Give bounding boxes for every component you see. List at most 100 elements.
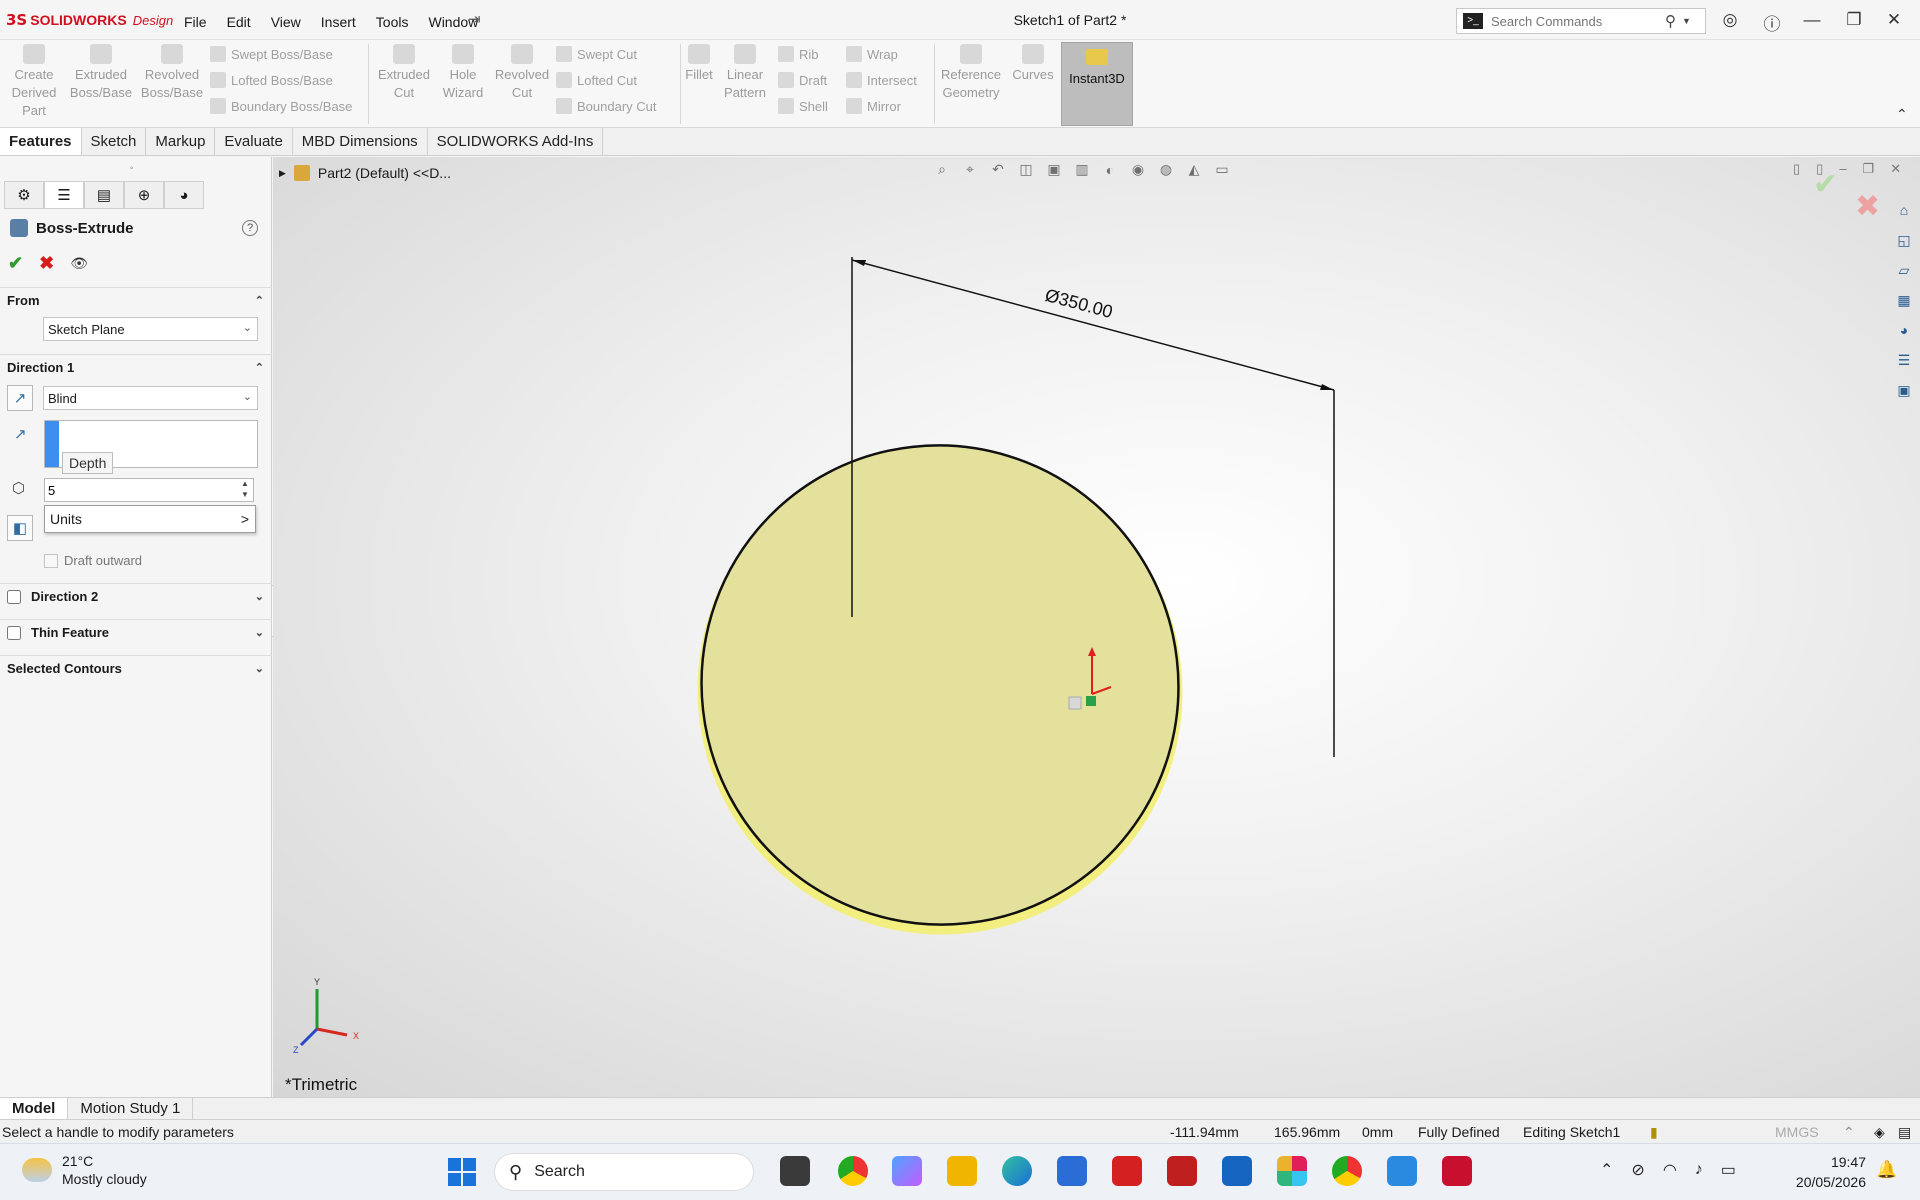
start-button[interactable] <box>448 1158 476 1186</box>
origin-handle[interactable] <box>1086 696 1096 706</box>
chevron-down-icon[interactable]: ⌄ <box>255 590 264 603</box>
lofted-boss-button[interactable]: Lofted Boss/Base <box>210 72 333 88</box>
view-orientation-icon[interactable]: ▥ <box>1073 161 1091 178</box>
draft-button[interactable]: Draft <box>778 72 827 88</box>
hole-wizard-button[interactable]: Hole Wizard <box>438 44 488 102</box>
shell-button[interactable]: Shell <box>778 98 828 114</box>
forum-icon[interactable]: ▣ <box>1890 377 1918 403</box>
confirmation-ok-icon[interactable]: ✔ <box>1813 167 1838 202</box>
vscode-icon[interactable] <box>1387 1156 1417 1186</box>
taskbar-search[interactable]: ⚲ Search <box>494 1153 754 1191</box>
configuration-manager-tab-icon[interactable]: ▤ <box>84 181 124 209</box>
view-settings-icon[interactable]: ▭ <box>1213 161 1231 178</box>
design-library-icon[interactable]: ▱ <box>1890 257 1918 283</box>
checkbox[interactable] <box>44 553 58 568</box>
expand-arrow-icon[interactable]: ▶ <box>279 168 286 179</box>
edit-appearance-icon[interactable]: ◍ <box>1157 161 1175 178</box>
graphics-area[interactable]: Ø350.00 ▶ Part2 (Default) <<D... ⌕ ⌖ ↶ ◫… <box>273 157 1920 1097</box>
help-icon[interactable]: ? <box>242 220 258 236</box>
depth-input[interactable] <box>44 478 254 502</box>
mirror-button[interactable]: Mirror <box>846 98 901 114</box>
ok-button[interactable]: ✔ <box>8 253 23 274</box>
menu-tools[interactable]: Tools <box>368 12 417 32</box>
tab-solidworks-add-ins[interactable]: SOLIDWORKS Add-Ins <box>428 128 604 155</box>
chevron-down-icon[interactable]: ▼ <box>1682 16 1691 26</box>
direction2-checkbox[interactable] <box>7 589 21 604</box>
user-account-icon[interactable]: ◎ <box>1718 10 1742 30</box>
rebuild-icon[interactable]: ▮ <box>1650 1124 1658 1141</box>
chevron-up-icon[interactable]: ⌃ <box>1896 106 1908 123</box>
file-explorer-icon[interactable] <box>947 1156 977 1186</box>
zoom-to-area-icon[interactable]: ⌖ <box>961 161 979 178</box>
zoom-to-fit-icon[interactable]: ⌕ <box>933 161 951 178</box>
minimize-icon[interactable]: – <box>1839 161 1846 177</box>
customize-icon[interactable]: ▤ <box>1898 1124 1911 1141</box>
create-derived-part-button[interactable]: Create Derived Part <box>6 44 62 120</box>
intersect-button[interactable]: Intersect <box>846 72 917 88</box>
restore-icon[interactable]: ❐ <box>1863 161 1875 177</box>
search-commands-box[interactable]: >_ ⚲ ▼ <box>1456 8 1706 34</box>
edge-icon[interactable] <box>1002 1156 1032 1186</box>
tab-model[interactable]: Model <box>0 1098 69 1119</box>
file-explorer-icon[interactable]: ▦ <box>1890 287 1918 313</box>
menu-insert[interactable]: Insert <box>313 12 364 32</box>
menu-edit[interactable]: Edit <box>219 12 259 32</box>
copilot-icon[interactable] <box>892 1156 922 1186</box>
tab-markup[interactable]: Markup <box>146 128 216 155</box>
volume-icon[interactable]: ♪ <box>1695 1161 1703 1179</box>
section-view-icon[interactable]: ◫ <box>1017 161 1035 178</box>
extruded-cut-button[interactable]: Extruded Cut <box>374 44 434 102</box>
close-icon[interactable]: ✕ <box>1882 10 1906 30</box>
unit-system[interactable]: MMGS <box>1775 1124 1819 1140</box>
reference-geometry-button[interactable]: Reference Geometry <box>938 44 1004 102</box>
menu-file[interactable]: File <box>176 12 215 32</box>
battery-icon[interactable]: ▭ <box>1721 1160 1736 1180</box>
feature-manager-tab-icon[interactable]: ⚙ <box>4 181 44 209</box>
store-icon[interactable] <box>1057 1156 1087 1186</box>
tree-item-part[interactable]: Part2 (Default) <<D... <box>318 165 451 181</box>
instant3d-button[interactable]: Instant3D <box>1061 42 1133 126</box>
direction2-group-header[interactable]: Direction 2 ⌄ <box>0 583 272 609</box>
cancel-button[interactable]: ✖ <box>39 253 54 274</box>
from-select[interactable]: Sketch Plane ⌄ <box>43 317 258 341</box>
swept-cut-button[interactable]: Swept Cut <box>556 46 637 62</box>
chevron-up-icon[interactable]: ⌃ <box>255 294 264 307</box>
appearances-icon[interactable]: ◕ <box>1890 317 1918 343</box>
notification-bell-icon[interactable]: 🔔 <box>1876 1160 1897 1180</box>
slack-icon[interactable] <box>1277 1156 1307 1186</box>
boundary-boss-button[interactable]: Boundary Boss/Base <box>210 98 352 114</box>
direction1-group-header[interactable]: Direction 1 ⌃ <box>0 354 272 380</box>
task-view-icon[interactable] <box>780 1156 810 1186</box>
revolved-boss-button[interactable]: Revolved Boss/Base <box>140 44 204 102</box>
draft-on-off-icon[interactable]: ◧ <box>7 515 33 541</box>
tab-evaluate[interactable]: Evaluate <box>215 128 293 155</box>
revolved-cut-button[interactable]: Revolved Cut <box>492 44 552 102</box>
tile-icon[interactable]: ▯ <box>1793 161 1800 177</box>
draft-outward-checkbox[interactable]: Draft outward <box>44 553 142 568</box>
menu-view[interactable]: View <box>263 12 309 32</box>
extruded-boss-button[interactable]: Extruded Boss/Base <box>68 44 134 102</box>
search-icon[interactable]: ⚲ <box>1665 12 1676 30</box>
search-commands-input[interactable] <box>1491 13 1661 29</box>
tab-mbd-dimensions[interactable]: MBD Dimensions <box>293 128 428 155</box>
resources-icon[interactable]: ◱ <box>1890 227 1918 253</box>
chevron-down-icon[interactable]: ⌄ <box>255 626 264 639</box>
end-condition-select[interactable]: Blind ⌄ <box>43 386 258 410</box>
curves-button[interactable]: Curves <box>1010 44 1056 84</box>
lofted-cut-button[interactable]: Lofted Cut <box>556 72 637 88</box>
l-app-icon[interactable] <box>1112 1156 1142 1186</box>
tab-sketch[interactable]: Sketch <box>82 128 147 155</box>
tab-features[interactable]: Features <box>0 128 82 155</box>
chevron-up-icon[interactable]: ⌃ <box>255 361 264 374</box>
reverse-direction-icon[interactable]: ↗ <box>7 385 33 411</box>
thin-feature-group-header[interactable]: Thin Feature ⌄ <box>0 619 272 645</box>
display-manager-tab-icon[interactable]: ◕ <box>164 181 204 209</box>
custom-properties-icon[interactable]: ☰ <box>1890 347 1918 373</box>
confirmation-cancel-icon[interactable]: ✖ <box>1855 189 1880 224</box>
boundary-cut-button[interactable]: Boundary Cut <box>556 98 657 114</box>
chrome-icon[interactable] <box>838 1156 868 1186</box>
property-manager-tab-icon[interactable]: ☰ <box>44 181 84 209</box>
display-style-icon[interactable]: ◐ <box>1101 162 1119 178</box>
acrobat-icon[interactable] <box>1167 1156 1197 1186</box>
depth-spinner[interactable]: ▲ ▼ <box>236 478 254 502</box>
